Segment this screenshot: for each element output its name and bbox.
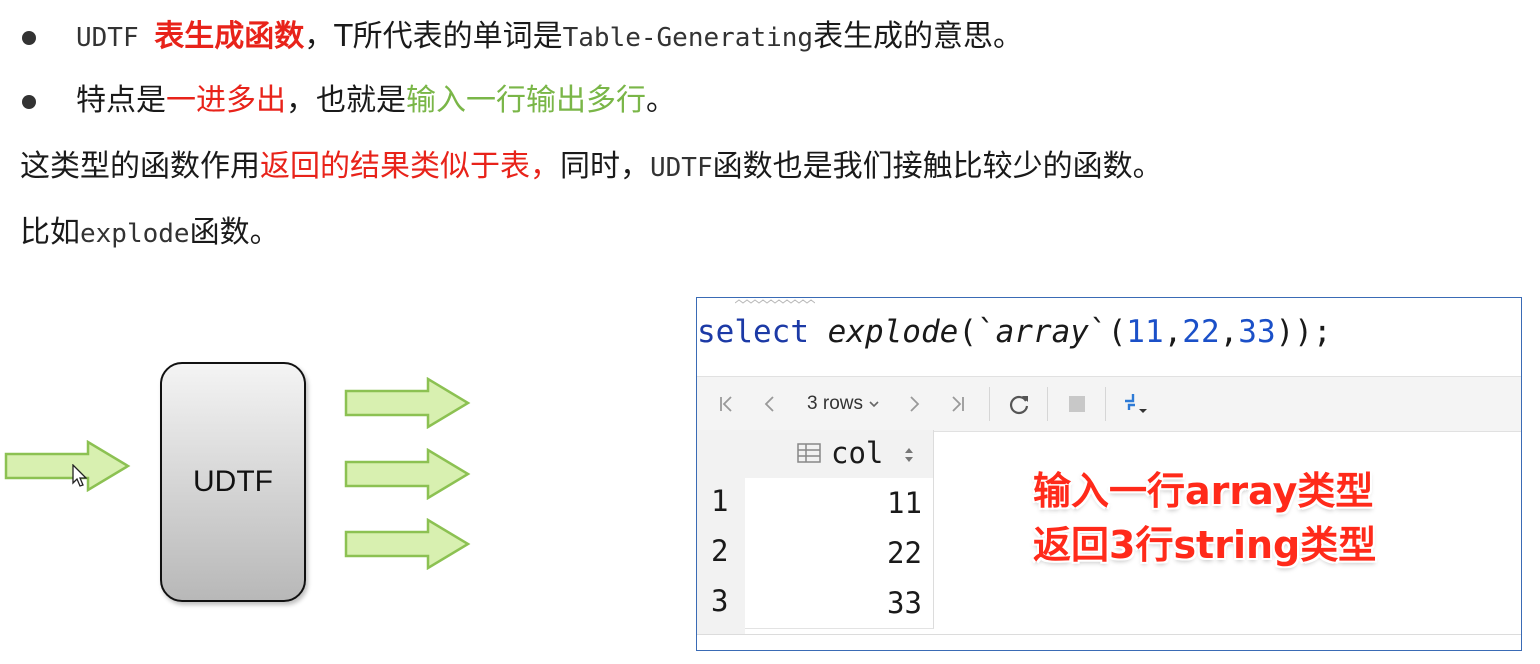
output-arrow-icon bbox=[344, 448, 471, 500]
last-page-icon[interactable] bbox=[941, 377, 975, 431]
feature-suffix: 。 bbox=[646, 83, 676, 118]
result-toolbar: 3 rows bbox=[697, 376, 1521, 432]
column-table-icon bbox=[797, 443, 821, 463]
bullet-dot bbox=[22, 31, 36, 45]
sort-icon[interactable] bbox=[903, 446, 915, 464]
grid-bottom-border bbox=[697, 634, 1521, 635]
definition-text: ，T所代表的单词是 bbox=[304, 19, 563, 54]
result-like-table-highlight: 返回的结果类似于表， bbox=[260, 149, 560, 184]
one-in-many-out-highlight: 一进多出 bbox=[166, 83, 286, 118]
paragraph-udtf-usage: 这类型的函数作用返回的结果类似于表，同时，UDTF函数也是我们接触比较少的函数。 bbox=[20, 147, 1163, 188]
mouse-cursor-icon bbox=[72, 464, 88, 487]
sql-keyword: select bbox=[697, 314, 809, 350]
input-arrow-icon bbox=[4, 440, 131, 492]
sql-number: 11 bbox=[1126, 314, 1164, 350]
refresh-icon[interactable] bbox=[1001, 377, 1037, 431]
sql-console-panel: select explode(`array`(11,22,33)); 3 row… bbox=[696, 297, 1522, 651]
sql-function: explode bbox=[827, 314, 959, 350]
row-number: 2 bbox=[711, 534, 729, 568]
rows-count-label: 3 rows bbox=[807, 393, 863, 414]
pin-icon[interactable] bbox=[1117, 377, 1153, 431]
usage-prefix: 这类型的函数作用 bbox=[20, 149, 260, 184]
table-generating-function-highlight: 表生成函数 bbox=[154, 19, 305, 54]
table-generating-term: Table-Generating bbox=[562, 23, 814, 53]
example-prefix: 比如 bbox=[20, 215, 80, 250]
squiggle-decoration bbox=[735, 299, 815, 304]
annotation-line-1: 输入一行array类型 bbox=[1033, 469, 1374, 513]
annotation-line-2: 返回3行string类型 bbox=[1033, 523, 1377, 567]
paragraph-example: 比如explode函数。 bbox=[20, 213, 280, 254]
sql-punct: )); bbox=[1275, 314, 1332, 350]
sql-punct: `( bbox=[1088, 314, 1127, 350]
output-arrow-icon bbox=[344, 377, 471, 429]
annotation-overlay: 输入一行array类型 返回3行string类型 bbox=[1033, 464, 1376, 572]
next-page-icon[interactable] bbox=[897, 377, 931, 431]
cell-value: 22 bbox=[887, 536, 922, 570]
toolbar-divider bbox=[989, 387, 990, 421]
sql-array-function: array bbox=[995, 314, 1089, 350]
bullet-feature: 特点是一进多出，也就是输入一行输出多行。 bbox=[76, 81, 676, 121]
row-number: 3 bbox=[711, 584, 729, 618]
toolbar-divider bbox=[1105, 387, 1106, 421]
bullet-udtf-definition: UDTF 表生成函数，T所代表的单词是Table-Generating表生成的意… bbox=[76, 17, 1023, 58]
sql-punct: (` bbox=[958, 314, 996, 350]
sql-number: 33 bbox=[1238, 314, 1276, 350]
rows-count-dropdown[interactable]: 3 rows bbox=[797, 377, 891, 431]
sql-query[interactable]: select explode(`array`(11,22,33)); bbox=[697, 314, 1332, 350]
cell-value: 33 bbox=[887, 586, 922, 620]
usage-mid: 同时， bbox=[560, 149, 650, 184]
cell-value: 11 bbox=[887, 486, 922, 520]
input-one-output-many-highlight: 输入一行输出多行 bbox=[406, 83, 646, 118]
example-suffix: 函数。 bbox=[189, 215, 280, 250]
row-number: 1 bbox=[711, 484, 729, 518]
chevron-down-icon bbox=[869, 401, 879, 408]
prev-page-icon[interactable] bbox=[753, 377, 787, 431]
feature-prefix: 特点是 bbox=[76, 83, 166, 118]
first-page-icon[interactable] bbox=[709, 377, 743, 431]
column-name: col bbox=[831, 436, 884, 470]
column-header[interactable]: col bbox=[745, 430, 934, 479]
udtf-box: UDTF bbox=[160, 362, 306, 602]
udtf-term: UDTF bbox=[650, 153, 713, 183]
sql-number: 22 bbox=[1182, 314, 1220, 350]
usage-suffix: 函数也是我们接触比较少的函数。 bbox=[712, 149, 1163, 184]
output-arrow-icon bbox=[344, 518, 471, 570]
sql-punct: , bbox=[1163, 314, 1183, 350]
definition-suffix: 表生成的意思。 bbox=[813, 19, 1024, 54]
udtf-term: UDTF bbox=[76, 23, 155, 53]
feature-mid: ，也就是 bbox=[286, 83, 406, 118]
sql-punct: , bbox=[1219, 314, 1239, 350]
explode-term: explode bbox=[80, 219, 190, 249]
bullet-dot bbox=[22, 95, 36, 109]
toolbar-divider bbox=[1047, 387, 1048, 421]
stop-icon[interactable] bbox=[1059, 377, 1095, 431]
